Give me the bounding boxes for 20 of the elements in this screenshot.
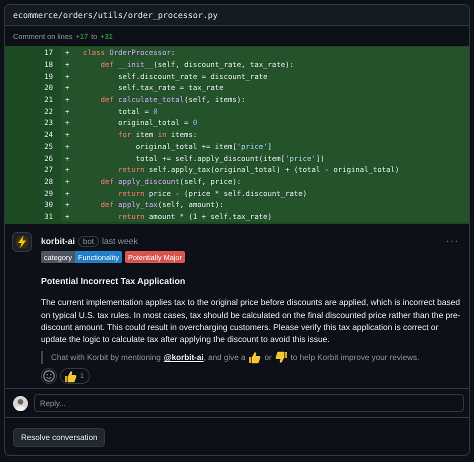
note-text: or: [264, 353, 272, 362]
more-options-button[interactable]: ···: [444, 236, 461, 247]
comment-title: Potential Incorrect Tax Application: [41, 276, 186, 286]
lightning-bolt-icon: [12, 232, 32, 252]
author-name[interactable]: korbit-ai: [41, 236, 75, 246]
thumbs-down-icon: [274, 351, 288, 364]
add-reaction-button[interactable]: [41, 368, 57, 384]
resolve-conversation-button[interactable]: Resolve conversation: [13, 428, 106, 448]
thumbs-up-icon: [248, 351, 262, 364]
comment-body: The current implementation applies tax to the original price before discounts are applied, which is incorrect based on typical U.S. tax rules. In most cases, tax should be calculated on the final discounted price rather than the pre-discount amount. This could result in overcharging customers. Please verify this tax application is correct or update the logic to calculate tax after applying the discount to avoid this issue.: [41, 296, 461, 346]
note-text: Chat with Korbit by mentioning: [51, 353, 161, 362]
mention-link[interactable]: @korbit-ai: [164, 353, 204, 362]
note-text: to help Korbit improve your reviews.: [290, 353, 420, 362]
smiley-icon: [43, 370, 55, 382]
timestamp[interactable]: last week: [102, 236, 138, 246]
thumbs-up-icon: [64, 370, 77, 383]
avatar-icon: [13, 396, 28, 411]
bot-label: bot: [78, 236, 100, 247]
file-path: ecommerce/orders/utils/order_processor.py: [13, 10, 218, 20]
note-text: , and give a: [204, 353, 246, 362]
